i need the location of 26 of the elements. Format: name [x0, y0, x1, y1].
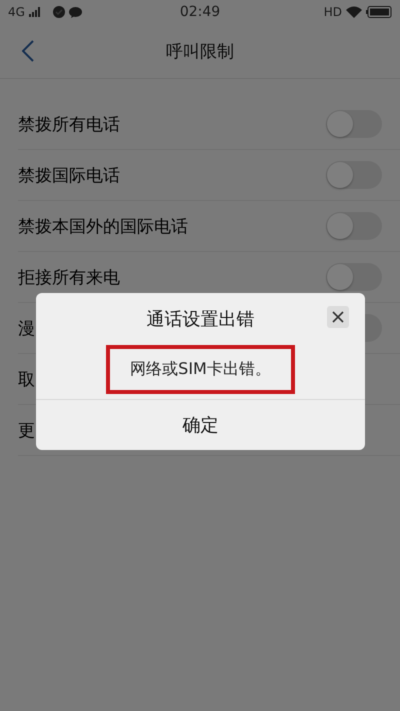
setting-label[interactable]: 取 [18, 368, 35, 390]
toggle-switch[interactable] [326, 110, 382, 138]
app-notification-icon [52, 6, 65, 18]
toggle-switch[interactable] [326, 212, 382, 240]
signal-icon [28, 7, 41, 17]
hd-label: HD [324, 5, 342, 19]
back-icon[interactable] [22, 40, 34, 62]
setting-label: 拒接所有来电 [18, 266, 120, 288]
network-label: 4G [8, 5, 25, 19]
clock-time: 02:49 [180, 4, 220, 20]
setting-label: 禁拨本国外的国际电话 [18, 216, 188, 238]
battery-icon [366, 6, 392, 18]
setting-label: 禁拨所有电话 [18, 114, 120, 136]
toggle-switch[interactable] [326, 161, 382, 189]
setting-label: 禁拨国际电话 [18, 164, 120, 186]
setting-label[interactable]: 更 [18, 418, 35, 442]
confirm-button[interactable]: 确定 [36, 400, 365, 450]
toggle-switch[interactable] [326, 263, 382, 291]
dialog-title: 通话设置出错 [146, 308, 254, 331]
page-title: 呼叫限制 [166, 40, 234, 62]
error-message: 网络或SIM卡出错。 [106, 345, 295, 394]
close-button[interactable] [327, 306, 349, 328]
close-icon [332, 311, 344, 323]
setting-label: 漫 [18, 318, 35, 340]
message-icon [68, 6, 82, 18]
wifi-icon [346, 6, 362, 18]
